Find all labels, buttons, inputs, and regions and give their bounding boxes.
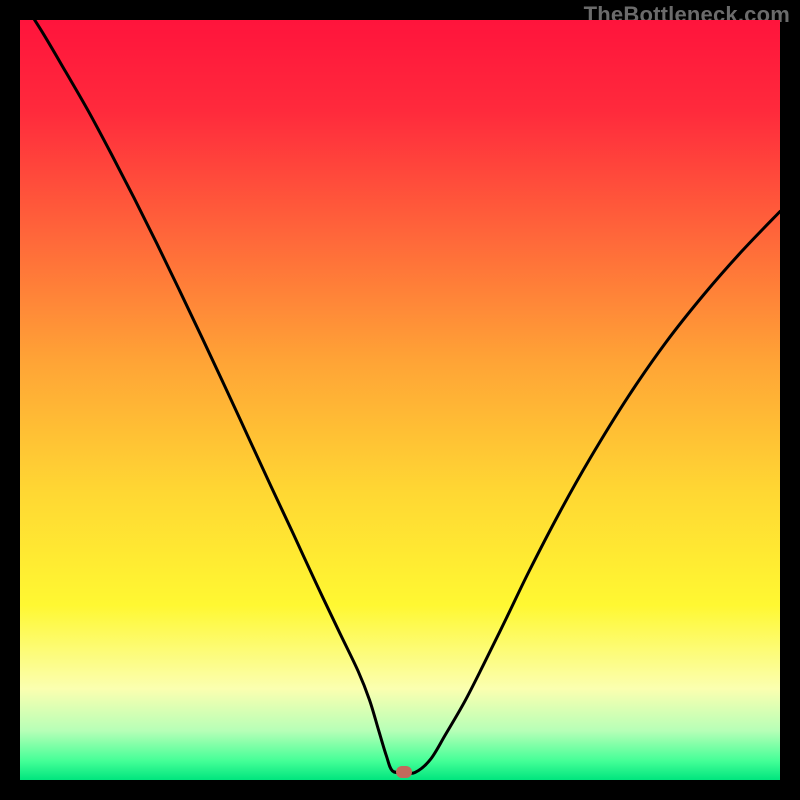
plot-area: [20, 20, 780, 780]
optimum-marker: [396, 766, 412, 778]
bottleneck-curve: [20, 20, 780, 780]
chart-frame: TheBottleneck.com: [0, 0, 800, 800]
